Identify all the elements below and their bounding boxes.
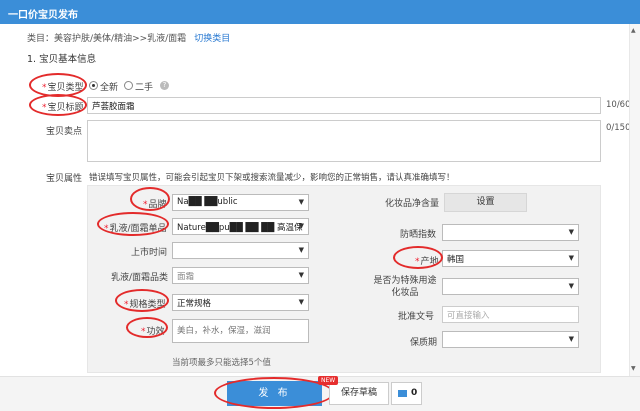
product-label: *乳液/面霜单品 — [104, 221, 167, 234]
product-select[interactable]: Nature██pu██ ██ ██ 高温保▼ — [172, 218, 309, 235]
product-type-label: 乳液/面霜品类 — [111, 270, 168, 283]
selling-point-label: 宝贝卖点 — [46, 124, 82, 137]
selling-point-textarea[interactable] — [87, 120, 601, 162]
attributes-label: 宝贝属性 — [46, 171, 82, 184]
page-header: 一口价宝贝发布 — [0, 0, 640, 24]
section-title: 1. 宝贝基本信息 — [27, 51, 96, 65]
launch-time-select[interactable]: ▼ — [172, 242, 309, 259]
spf-label: 防晒指数 — [400, 227, 436, 240]
radio-new[interactable] — [89, 81, 98, 90]
item-title-label: *宝贝标题 — [42, 100, 84, 113]
chevron-down-icon: ▼ — [299, 298, 304, 306]
scroll-down-icon[interactable]: ▼ — [631, 365, 636, 372]
chevron-down-icon: ▼ — [569, 228, 574, 236]
publish-page: 一口价宝贝发布 类目：美容护肤/美体/精油>>乳液/面霜切换类目 1. 宝贝基本… — [0, 0, 640, 411]
required-mark: * — [42, 83, 47, 93]
approval-no-label: 批准文号 — [398, 309, 434, 322]
chevron-down-icon: ▼ — [299, 246, 304, 254]
category-breadcrumb: 类目：美容护肤/美体/精油>>乳液/面霜切换类目 — [27, 31, 230, 44]
item-type-label: *宝贝类型 — [42, 80, 84, 93]
title-counter: 10/60 — [606, 100, 631, 110]
save-draft-button[interactable]: 保存草稿 — [329, 382, 389, 405]
net-content-label: 化妆品净含量 — [385, 196, 439, 209]
shelf-life-select[interactable]: ▼ — [442, 331, 579, 348]
origin-label: *产地 — [415, 254, 439, 267]
chevron-down-icon: ▼ — [299, 222, 304, 230]
category-path: 类目：美容护肤/美体/精油>>乳液/面霜 — [27, 34, 186, 44]
brand-label: *品牌 — [143, 197, 167, 210]
special-use-label: 是否为特殊用途化妆品 — [370, 275, 440, 299]
mail-button[interactable]: 0 — [391, 382, 422, 405]
chevron-down-icon: ▼ — [569, 335, 574, 343]
question-icon[interactable]: ? — [160, 81, 169, 90]
change-category-link[interactable]: 切换类目 — [194, 34, 230, 44]
chevron-down-icon: ▼ — [569, 254, 574, 262]
radio-used-label: 二手 — [135, 80, 153, 93]
special-use-select[interactable]: ▼ — [442, 278, 579, 295]
scroll-up-icon[interactable]: ▲ — [631, 27, 636, 34]
selling-point-counter: 0/150 — [606, 123, 631, 133]
envelope-icon — [398, 390, 407, 397]
net-content-setup-button[interactable]: 设置 — [444, 193, 527, 212]
product-type-select[interactable]: 面霜▼ — [172, 267, 309, 284]
radio-new-label: 全新 — [100, 80, 118, 93]
approval-no-input[interactable]: 可直接输入 — [442, 306, 579, 323]
radio-used[interactable] — [124, 81, 133, 90]
mail-count: 0 — [411, 388, 417, 398]
chevron-down-icon: ▼ — [299, 198, 304, 206]
efficacy-note: 当前项最多只能选择5个值 — [172, 356, 271, 368]
origin-select[interactable]: 韩国▼ — [442, 250, 579, 267]
chevron-down-icon: ▼ — [569, 282, 574, 290]
spec-type-label: *规格类型 — [124, 297, 166, 310]
efficacy-label: *功效 — [141, 324, 165, 337]
publish-button[interactable]: 发 布 — [227, 381, 322, 406]
item-title-input[interactable]: 芦荟胶面霜 — [87, 97, 601, 114]
spec-type-select[interactable]: 正常规格▼ — [172, 294, 309, 311]
spf-select[interactable]: ▼ — [442, 224, 579, 241]
chevron-down-icon: ▼ — [299, 271, 304, 279]
attributes-hint: 错误填写宝贝属性，可能会引起宝贝下架或搜索流量减少，影响您的正常销售，请认真准确… — [89, 171, 455, 183]
efficacy-selector[interactable]: 美白，补水，保湿，滋润 — [172, 319, 309, 343]
launch-time-label: 上市时间 — [131, 245, 167, 258]
page-title: 一口价宝贝发布 — [8, 6, 78, 21]
shelf-life-label: 保质期 — [410, 335, 437, 348]
new-badge: NEW — [318, 376, 338, 385]
scrollbar[interactable] — [629, 24, 640, 376]
brand-select[interactable]: Na██ ██ublic▼ — [172, 194, 309, 211]
